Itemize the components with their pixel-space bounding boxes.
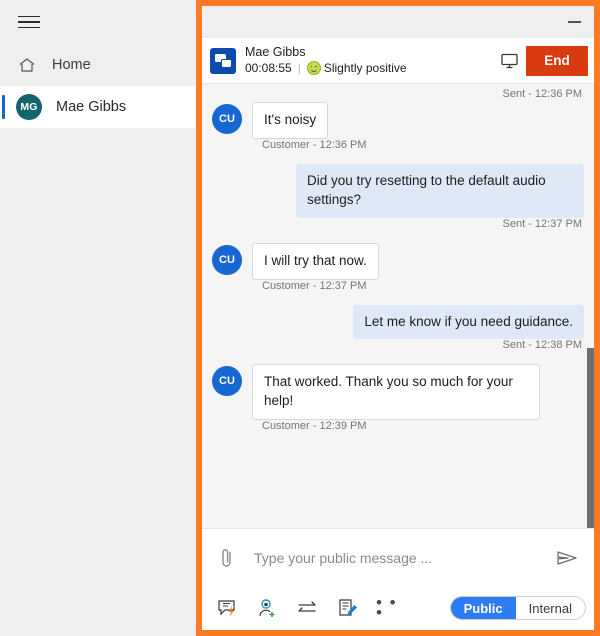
transfer-icon[interactable] [296, 596, 320, 620]
hamburger-line [18, 21, 40, 23]
monitor-screen-icon[interactable] [492, 44, 526, 78]
sidebar-item-home[interactable]: Home [0, 44, 196, 86]
scrollbar-thumb[interactable] [587, 348, 594, 528]
conversation-status-line: 00:08:55 | Slightly positive [245, 61, 492, 76]
conversation-meta: Mae Gibbs 00:08:55 | Slightly positive [245, 45, 492, 76]
chat-bubbles-icon [210, 47, 236, 74]
more-dots-glyph: • • • [376, 593, 398, 622]
message-row-agent: Did you try resetting to the default aud… [212, 163, 584, 218]
chat-panel: Mae Gibbs 00:08:55 | Slightly positive E… [196, 0, 600, 636]
avatar: CU [212, 244, 242, 275]
sidebar-item-label: Home [52, 57, 91, 73]
message-timestamp: Sent - 12:36 PM [502, 88, 583, 100]
home-icon [16, 54, 38, 76]
visibility-toggle: Public Internal [449, 596, 586, 620]
selection-indicator [2, 95, 5, 119]
message-timestamp: Customer - 12:37 PM [262, 279, 367, 292]
send-arrow-icon[interactable] [552, 541, 582, 575]
panel-titlebar [202, 6, 594, 38]
paperclip-icon[interactable] [212, 541, 242, 575]
sentiment-label: Slightly positive [323, 60, 407, 75]
slightly-positive-smiley-icon [306, 61, 321, 76]
message-bubble: Did you try resetting to the default aud… [296, 163, 584, 218]
conversation-header: Mae Gibbs 00:08:55 | Slightly positive E… [202, 38, 594, 84]
message-timestamp: Customer - 12:39 PM [262, 420, 367, 433]
message-bubble: It's noisy [252, 102, 329, 139]
notes-icon[interactable] [336, 596, 360, 620]
message-bubble: That worked. Thank you so much for your … [252, 364, 540, 421]
message-row-customer: CU That worked. Thank you so much for yo… [212, 364, 584, 421]
message-input[interactable] [242, 549, 552, 566]
message-list: Sent - 12:36 PM CU It's noisy Customer -… [202, 84, 594, 528]
app-root: Home MG Mae Gibbs Mae Gibbs 00:08:55 | S… [0, 0, 600, 636]
message-timestamp: Sent - 12:38 PM [502, 339, 583, 352]
end-conversation-button[interactable]: End [526, 45, 588, 76]
message-row-agent: Let me know if you need guidance. [212, 304, 584, 340]
hamburger-line [18, 26, 40, 29]
call-duration: 00:08:55 [245, 60, 292, 75]
message-scrollbar[interactable] [587, 84, 594, 528]
message-bubble: I will try that now. [252, 242, 379, 280]
sidebar-item-label: Mae Gibbs [56, 99, 127, 115]
avatar: CU [212, 104, 242, 134]
message-composer [202, 528, 594, 586]
quick-reply-icon[interactable] [216, 596, 240, 620]
message-timestamp: Sent - 12:37 PM [502, 217, 583, 230]
avatar: MG [16, 94, 42, 120]
hamburger-icon[interactable] [6, 0, 52, 44]
message-bubble: Let me know if you need guidance. [353, 304, 584, 340]
message-row-customer: CU I will try that now. [212, 242, 584, 280]
more-icon[interactable]: • • • [376, 593, 400, 622]
message-row-customer: CU It's noisy [212, 102, 584, 139]
add-agent-icon[interactable] [256, 596, 280, 620]
hamburger-line [18, 15, 40, 18]
toggle-internal[interactable]: Internal [516, 597, 585, 619]
toggle-public[interactable]: Public [450, 597, 516, 619]
customer-name: Mae Gibbs [245, 45, 306, 60]
minimize-icon[interactable] [554, 7, 594, 37]
separator: | [297, 60, 301, 75]
sidebar-item-mae-gibbs[interactable]: MG Mae Gibbs [0, 86, 196, 128]
message-timestamp: Customer - 12:36 PM [262, 138, 367, 151]
avatar: CU [212, 366, 242, 397]
sidebar: Home MG Mae Gibbs [0, 0, 196, 636]
composer-toolbar: • • • Public Internal [202, 586, 594, 630]
